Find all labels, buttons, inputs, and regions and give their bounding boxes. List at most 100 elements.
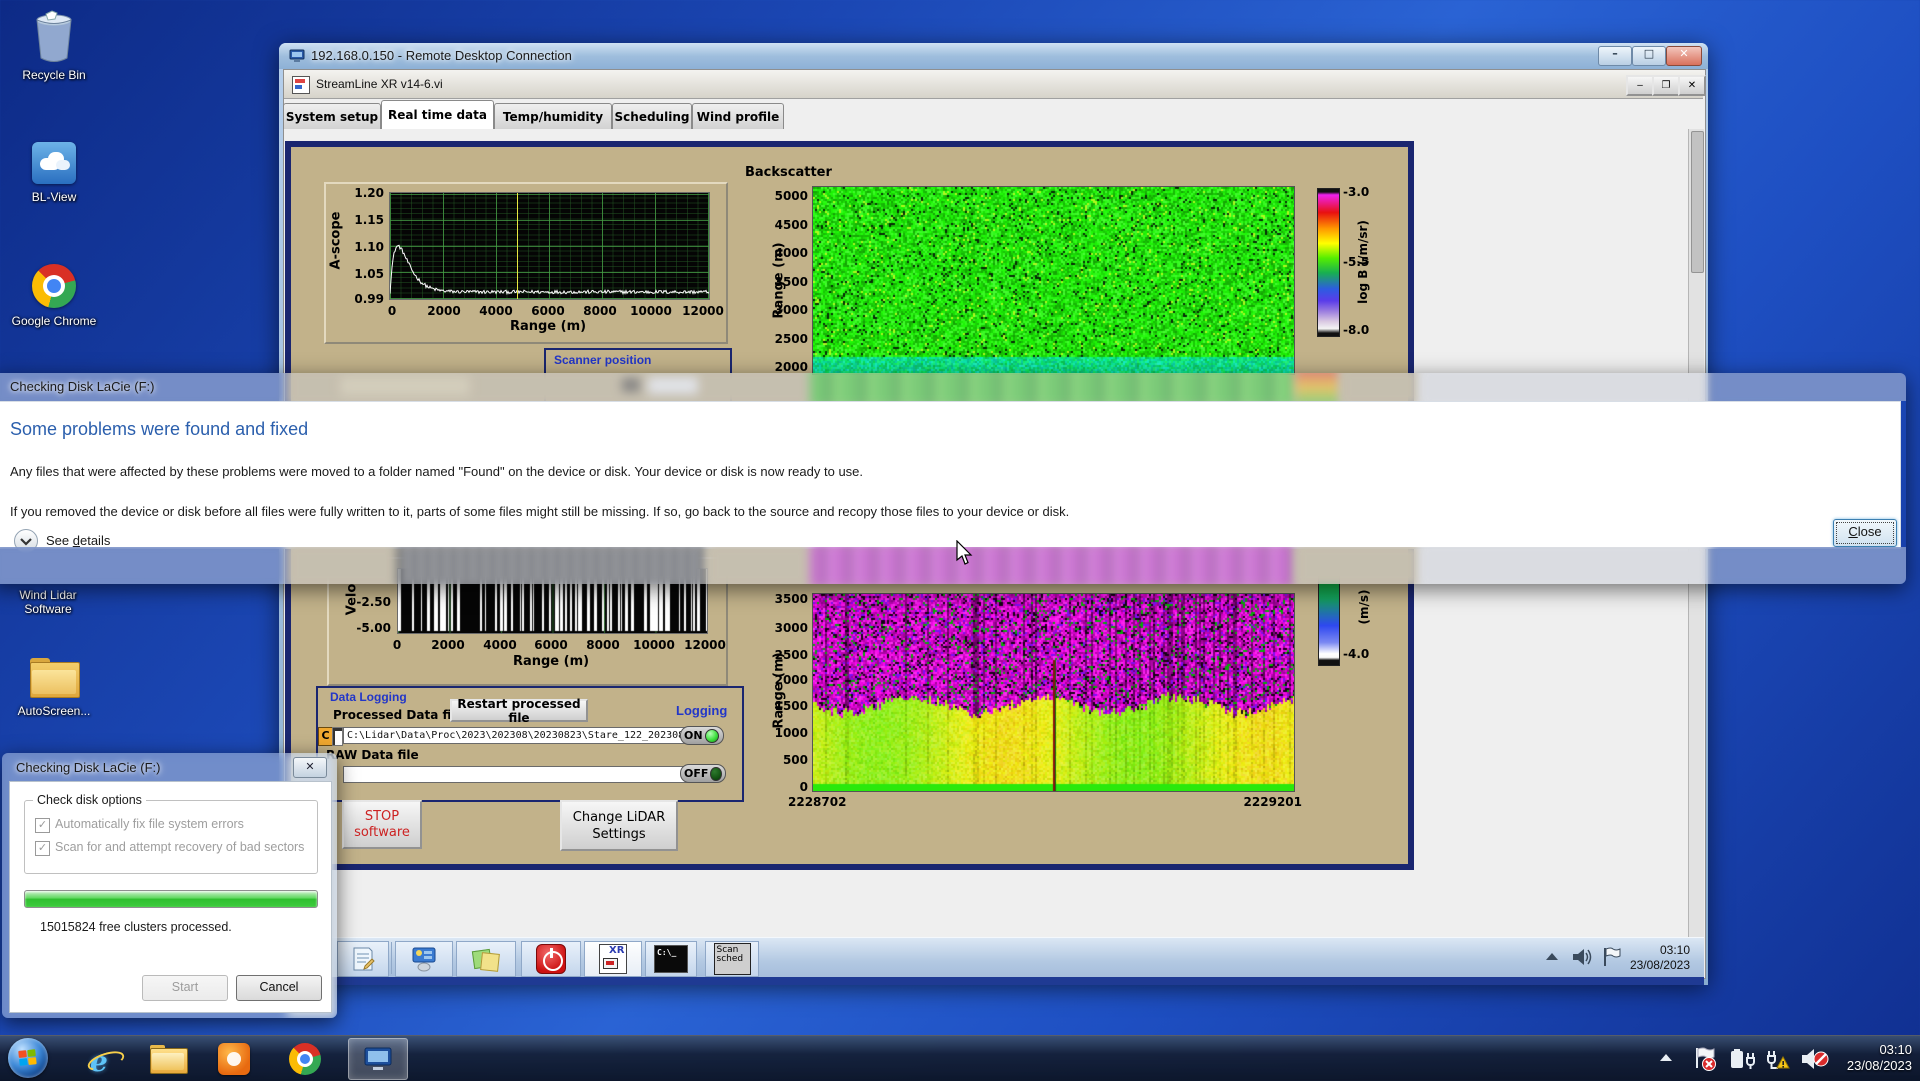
desktop-icon-wind-lidar[interactable]: Wind Lidar Software [0, 588, 96, 632]
colorbar-tick: -8.0 [1343, 323, 1370, 337]
desktop-icon-autoscreen[interactable]: AutoScreen... [6, 652, 102, 742]
tab-scheduling[interactable]: Scheduling [612, 103, 692, 129]
chkdsk-body: Check disk options ✓ Automatically fix f… [9, 781, 332, 1013]
axis-tick: 10000 [633, 638, 675, 652]
plot-cursor-line[interactable] [517, 193, 518, 299]
axis-tick: 1500 [774, 699, 808, 713]
tray-action-center-icon[interactable] [1692, 1046, 1718, 1072]
see-details-button[interactable]: See details [14, 516, 154, 553]
scan-sched-icon: Scan sched [713, 943, 751, 975]
change-lidar-settings-button[interactable]: Change LiDAR Settings [560, 800, 678, 851]
velocity-x-axis-label: Range (m) [512, 654, 590, 669]
taskbar-chrome-button[interactable] [283, 1042, 327, 1078]
app-restore-button[interactable]: ❐ [1652, 75, 1680, 96]
disk-check-result-dialog: Checking Disk LaCie (F:) Some problems w… [0, 373, 1906, 584]
app-minimize-button[interactable]: – [1626, 75, 1654, 96]
stop-software-button[interactable]: STOP software [342, 800, 422, 849]
labview-vi-icon [292, 76, 310, 94]
remote-taskbar-streamline-button[interactable]: XR [584, 941, 642, 977]
logging-label: Logging [676, 703, 728, 718]
start-button-orb[interactable] [8, 1038, 48, 1078]
axis-tick: 3500 [774, 275, 808, 289]
tab-label: Real time data [388, 108, 487, 122]
desktop-icon-bl-view[interactable]: BL-View [6, 140, 102, 230]
scrollbar-thumb[interactable] [1691, 131, 1704, 273]
tab-system-setup[interactable]: System setup [283, 103, 381, 129]
drive-letter-button[interactable]: C [318, 727, 333, 746]
dialog-glass-bottom [0, 547, 1906, 584]
restart-processed-file-button[interactable]: Restart processed file [450, 697, 588, 725]
backscatter-title: Backscatter [745, 165, 832, 180]
tab-label: Wind profile [696, 109, 780, 124]
axis-tick: 2500 [774, 332, 808, 346]
tab-real-time-data[interactable]: Real time data [381, 100, 494, 129]
remote-tray-volume-icon[interactable] [1571, 947, 1593, 967]
processed-logging-toggle-on[interactable]: ON [680, 726, 724, 745]
green-led [704, 728, 719, 743]
tray-volume-muted-icon[interactable] [1800, 1046, 1830, 1072]
velocity-colorbar-label: (m/s) [1357, 589, 1371, 625]
cancel-button[interactable]: Cancel [236, 975, 322, 1001]
remote-taskbar-notes-button[interactable] [456, 941, 516, 977]
remote-tray-clock[interactable]: 03:10 23/08/2023 [1628, 943, 1690, 973]
taskbar-ie-button[interactable]: e [82, 1040, 127, 1078]
processed-data-file-field[interactable]: C:\Lidar\Data\Proc\2023\202308\20230823\… [343, 727, 702, 744]
backscatter-colorbar [1317, 188, 1340, 337]
fix-errors-checkbox[interactable]: ✓ [35, 818, 50, 833]
remote-taskbar-notepad-button[interactable] [337, 941, 389, 977]
desktop-icon-label: Google Chrome [11, 314, 97, 328]
backscatter-heatmap[interactable] [812, 186, 1295, 375]
remote-tray-flag-icon[interactable] [1601, 946, 1621, 968]
internet-explorer-icon: e [85, 1043, 127, 1078]
tab-temp-humidity[interactable]: Temp/humidity [494, 103, 612, 129]
folder-icon [150, 1045, 188, 1074]
close-button[interactable]: Close [1833, 519, 1897, 547]
axis-tick: 0 [392, 638, 402, 652]
axis-tick: 1.15 [354, 213, 384, 227]
bl-view-icon [32, 142, 76, 184]
remote-taskbar-cmd-button[interactable]: C:\_ [645, 941, 697, 977]
axis-tick: 2229201 [1243, 795, 1302, 809]
velocity-colorbar [1318, 570, 1340, 666]
axis-tick: 10000 [630, 304, 672, 318]
tray-power-warning-icon[interactable] [1764, 1047, 1792, 1071]
start-button[interactable]: Start [142, 975, 228, 1001]
desktop-icon-label: AutoScreen... [17, 704, 91, 718]
velocity-heatmap[interactable] [812, 593, 1295, 792]
axis-tick: 1000 [774, 726, 808, 740]
tray-clock[interactable]: 03:10 23/08/2023 [1838, 1042, 1912, 1074]
tray-show-hidden-icons[interactable] [1660, 1054, 1672, 1061]
axis-tick: 0 [799, 780, 808, 794]
labview-xr-icon: XR [599, 944, 627, 974]
ascope-plot[interactable] [389, 192, 710, 300]
tab-wind-profile[interactable]: Wind profile [692, 103, 784, 129]
axis-tick: 2000 [774, 673, 808, 687]
dialog-glass-frame[interactable]: Checking Disk LaCie (F:) [0, 373, 1906, 401]
taskbar-media-player-button[interactable] [212, 1042, 256, 1078]
raw-logging-toggle-off[interactable]: OFF [680, 764, 726, 783]
sticky-notes-icon [471, 946, 500, 972]
axis-tick: 12000 [682, 304, 724, 318]
chkdsk-progress-bar [24, 890, 318, 908]
desktop-icon-google-chrome[interactable]: Google Chrome [6, 262, 102, 366]
remote-tray-show-hidden[interactable] [1546, 953, 1558, 960]
remote-taskbar-stop-button[interactable] [521, 941, 581, 977]
remote-taskbar-system-button[interactable] [395, 941, 453, 977]
desktop-icon-recycle-bin[interactable]: Recycle Bin [6, 10, 102, 98]
chkdsk-dialog: Checking Disk LaCie (F:) ✕ Check disk op… [2, 753, 337, 1018]
browse-icon[interactable] [332, 727, 343, 746]
taskbar-rdp-button-active[interactable] [348, 1038, 408, 1080]
scan-sectors-checkbox[interactable]: ✓ [35, 841, 50, 856]
clock-time: 03:10 [1879, 1042, 1912, 1057]
button-label: Cancel [259, 980, 299, 994]
app-titlebar[interactable]: StreamLine XR v14-6.vi – ❐ ✕ [284, 70, 1706, 99]
chrome-icon [289, 1043, 321, 1075]
remote-taskbar-scan-sched-button[interactable]: Scan sched [705, 941, 759, 977]
rdp-bottom-frame [283, 977, 1704, 985]
tray-battery-icon[interactable] [1728, 1047, 1756, 1071]
raw-data-file-field[interactable] [343, 766, 702, 783]
app-close-button[interactable]: ✕ [1678, 75, 1706, 96]
desktop-icon-label: BL-View [31, 190, 77, 204]
taskbar-explorer-button[interactable] [146, 1042, 190, 1078]
rdp-titlebar[interactable]: 192.168.0.150 - Remote Desktop Connectio… [279, 43, 1708, 69]
